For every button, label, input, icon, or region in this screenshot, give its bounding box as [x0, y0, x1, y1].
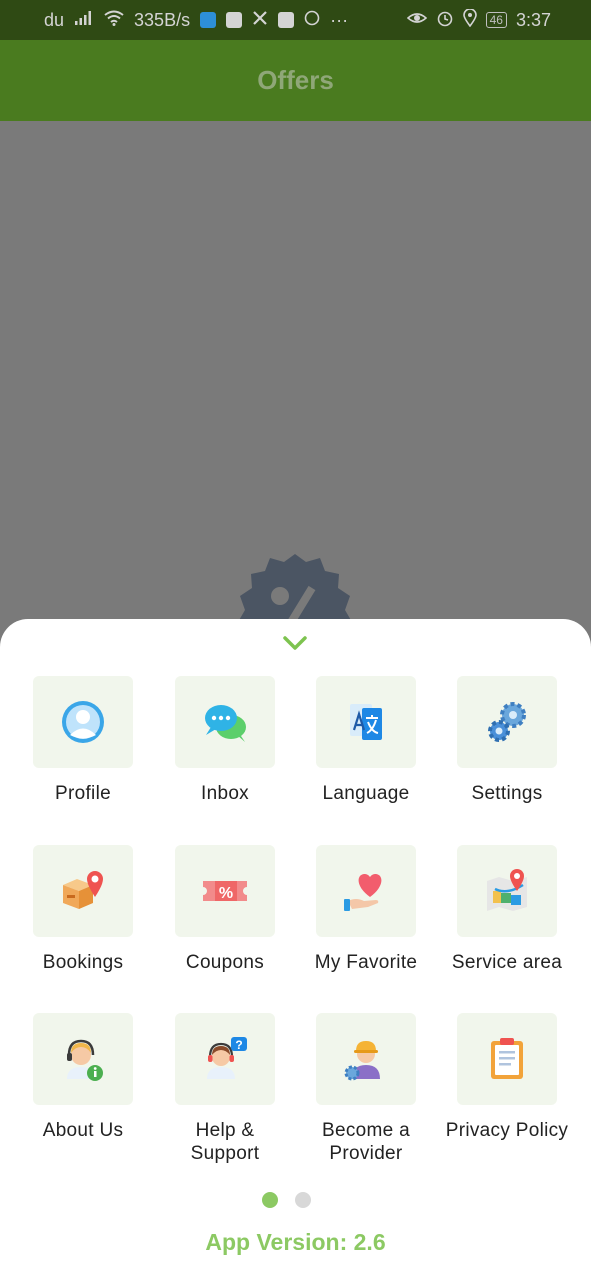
alarm-icon: [436, 9, 454, 32]
menu-tile[interactable]: [33, 845, 133, 937]
help-support-icon: ?: [207, 1037, 247, 1079]
status-bar: du 335B/s ··· 46 3:37: [0, 0, 591, 40]
page-indicator: [262, 1192, 311, 1208]
menu-tile[interactable]: %: [175, 845, 275, 937]
page-dot-active[interactable]: [262, 1192, 278, 1208]
menu-item-my-favorite[interactable]: My Favorite: [296, 845, 436, 974]
linkedin-icon: [226, 12, 243, 28]
signal-icon: [74, 10, 94, 31]
menu-label: Become a Provider: [322, 1120, 410, 1164]
coupons-icon: %: [203, 881, 247, 902]
menu-tile[interactable]: [33, 676, 133, 768]
menu-tile[interactable]: [457, 1013, 557, 1105]
eye-icon: [406, 10, 427, 31]
menu-tile[interactable]: [457, 676, 557, 768]
carrier-label: du: [44, 9, 65, 30]
settings-icon: [488, 702, 526, 742]
network-speed: 335B/s: [134, 9, 191, 30]
menu-item-about-us[interactable]: About Us: [13, 1013, 153, 1142]
menu-label: Language: [322, 783, 410, 804]
language-icon: [350, 704, 382, 740]
svg-text:%: %: [219, 885, 233, 902]
privacy-policy-icon: [491, 1038, 523, 1079]
menu-label: Service area: [451, 952, 563, 973]
menu-item-coupons[interactable]: % Coupons: [155, 845, 295, 974]
inbox-icon: [205, 705, 246, 742]
page-title: Offers: [257, 65, 334, 95]
battery-indicator: 46: [485, 12, 507, 28]
favorite-icon: [344, 873, 382, 911]
menu-label: Privacy Policy: [445, 1120, 569, 1141]
clock-time: 3:37: [515, 9, 551, 30]
menu-item-privacy-policy[interactable]: Privacy Policy: [437, 1013, 577, 1142]
menu-item-bookings[interactable]: Bookings: [13, 845, 153, 974]
bookings-icon: [63, 871, 103, 909]
wifi-icon: [104, 10, 124, 31]
menu-tile[interactable]: [175, 676, 275, 768]
x-app-icon: [252, 10, 268, 31]
outlook-icon: [278, 12, 295, 28]
menu-label: My Favorite: [314, 952, 418, 973]
more-notifications-icon: ···: [330, 9, 349, 30]
menu-label: About Us: [42, 1120, 124, 1141]
menu-tile[interactable]: [316, 676, 416, 768]
menu-item-profile[interactable]: Profile: [13, 676, 153, 805]
menu-tile[interactable]: [316, 1013, 416, 1105]
menu-item-settings[interactable]: Settings: [437, 676, 577, 805]
menu-item-service-area[interactable]: Service area: [437, 845, 577, 974]
service-area-icon: [487, 869, 527, 911]
menu-item-language[interactable]: Language: [296, 676, 436, 805]
menu-label: Profile: [55, 783, 111, 804]
about-us-icon: [67, 1039, 103, 1081]
menu-label: Settings: [471, 783, 543, 804]
svg-text:?: ?: [235, 1038, 242, 1052]
shield-app-icon: [200, 12, 217, 28]
menu-item-help-support[interactable]: ? Help & Support: [155, 1013, 295, 1165]
menu-tile[interactable]: [316, 845, 416, 937]
menu-label: Help & Support: [190, 1120, 260, 1164]
menu-item-become-provider[interactable]: Become a Provider: [296, 1013, 436, 1165]
menu-item-inbox[interactable]: Inbox: [155, 676, 295, 805]
menu-tile[interactable]: [457, 845, 557, 937]
menu-tile[interactable]: [33, 1013, 133, 1105]
profile-icon: [62, 701, 104, 743]
chevron-down-icon[interactable]: [282, 634, 308, 652]
menu-label: Inbox: [201, 783, 249, 804]
chat-icon: [304, 10, 320, 31]
app-bar: Offers: [0, 40, 591, 121]
app-version: App Version: 2.6: [205, 1229, 386, 1255]
become-provider-icon: [344, 1041, 380, 1081]
page-dot[interactable]: [295, 1192, 311, 1208]
menu-label: Bookings: [42, 952, 124, 973]
location-icon: [462, 7, 477, 32]
menu-label: Coupons: [185, 952, 265, 973]
menu-tile[interactable]: ?: [175, 1013, 275, 1105]
